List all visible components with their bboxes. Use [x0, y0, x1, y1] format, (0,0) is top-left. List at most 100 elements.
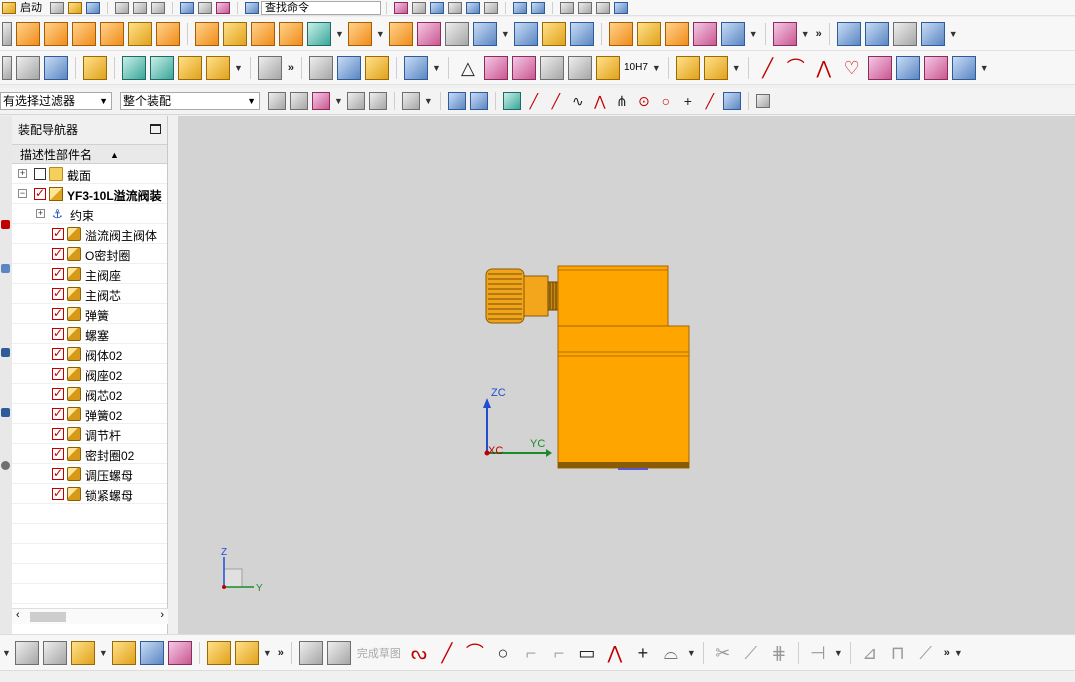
command-search-input[interactable]: 查找命令 — [261, 0, 381, 15]
dimension-angle-icon[interactable]: ⟋ — [914, 641, 938, 665]
maximize-icon[interactable] — [150, 124, 161, 134]
constraints-icon[interactable]: ⊣ — [806, 641, 830, 665]
delete-body-icon[interactable] — [772, 21, 797, 46]
mirror-icon[interactable] — [139, 640, 164, 665]
blend-icon[interactable] — [416, 21, 441, 46]
pattern-icon[interactable] — [223, 21, 247, 46]
visibility-checkbox[interactable] — [52, 466, 64, 480]
line-icon[interactable]: ╱ — [756, 56, 780, 80]
studio-spline-icon[interactable]: ⋀ — [603, 641, 627, 665]
rectangle-icon[interactable]: ▭ — [575, 641, 599, 665]
sketch-icon[interactable] — [298, 640, 323, 665]
fit-tolerance-icon[interactable]: 10H7 — [624, 62, 648, 73]
offset-curve-icon[interactable] — [923, 55, 948, 80]
tree-row[interactable]: 溢流阀主阀体 — [12, 224, 167, 244]
eraser-icon[interactable] — [83, 55, 107, 80]
curve-surface-icon[interactable] — [867, 55, 892, 80]
layer-icon[interactable] — [466, 1, 480, 14]
sketch-line-icon[interactable]: ╱ — [435, 641, 459, 665]
reference-set-icon[interactable] — [234, 640, 259, 665]
offset-curve-icon[interactable]: ⌓ — [659, 641, 683, 665]
emboss-icon[interactable] — [195, 21, 219, 46]
quick-extend-icon[interactable]: ⟋ — [739, 641, 763, 665]
trim-body-icon[interactable] — [472, 21, 497, 46]
select-point-icon[interactable] — [312, 92, 330, 110]
rectangle-select-icon[interactable] — [401, 92, 420, 110]
offset-face-icon[interactable] — [513, 21, 538, 46]
tree-row[interactable]: − YF3-10L溢流阀装 — [12, 184, 167, 204]
finish-sketch-button[interactable]: 完成草图 — [357, 645, 401, 661]
scroll-right-icon[interactable]: › — [160, 609, 164, 621]
redo-icon[interactable] — [198, 1, 212, 14]
gear-icon[interactable] — [404, 55, 429, 80]
dropdown-arrow-icon[interactable]: ▼ — [334, 96, 343, 106]
valve-body[interactable] — [557, 265, 690, 470]
thread-icon[interactable] — [309, 55, 334, 80]
snap-quadrant-icon[interactable]: ○ — [657, 92, 675, 110]
finish-sketch-icon[interactable] — [326, 640, 351, 665]
visibility-checkbox[interactable] — [52, 386, 64, 400]
command-finder-icon[interactable] — [245, 1, 259, 14]
box-stack-icon[interactable] — [675, 55, 700, 80]
cut-icon[interactable] — [115, 1, 129, 14]
assembly-constraint-icon[interactable] — [178, 55, 202, 80]
dropdown-arrow-icon[interactable]: ▼ — [234, 63, 243, 73]
visibility-checkbox[interactable] — [52, 326, 64, 340]
rotate-icon[interactable] — [531, 1, 545, 14]
paste-icon[interactable] — [151, 1, 165, 14]
more-tools-icon[interactable]: » — [944, 647, 950, 659]
constraint-arrow-icon[interactable] — [167, 640, 192, 665]
project-curve-icon[interactable] — [951, 55, 976, 80]
expression-icon[interactable] — [2, 55, 12, 80]
model-view[interactable]: ZC YC XC Z Y — [178, 116, 1075, 634]
bridge-curve-icon[interactable] — [895, 55, 920, 80]
fit-icon[interactable] — [513, 1, 527, 14]
dropdown-arrow-icon[interactable]: ▼ — [801, 29, 810, 39]
tree-row[interactable]: 调压螺母 — [12, 464, 167, 484]
hole-icon[interactable] — [72, 21, 96, 46]
tree-row[interactable]: 调节杆 — [12, 424, 167, 444]
surface-icon[interactable] — [836, 21, 861, 46]
scope-dropdown[interactable]: 整个装配 ▼ — [120, 92, 260, 110]
start-button[interactable]: 启动 — [20, 2, 42, 14]
body-select-icon[interactable] — [469, 92, 488, 110]
list-icon[interactable] — [578, 1, 592, 14]
visibility-checkbox[interactable] — [52, 366, 64, 380]
expand-icon[interactable]: + — [36, 209, 45, 218]
add-component-icon[interactable] — [122, 55, 146, 80]
dimension-rapid-icon[interactable]: ⊓ — [886, 641, 910, 665]
unite-icon[interactable] — [279, 21, 303, 46]
dropdown-arrow-icon[interactable]: ▼ — [424, 96, 433, 106]
sheet-icon[interactable] — [511, 55, 536, 80]
tube-icon[interactable] — [720, 21, 745, 46]
resource-tab-icon[interactable] — [1, 408, 10, 417]
dropdown-arrow-icon[interactable]: ▼ — [335, 29, 344, 39]
scrollbar-thumb[interactable] — [30, 612, 66, 622]
graphics-window[interactable]: ZC YC XC Z Y — [178, 116, 1075, 634]
sketch-arc-icon[interactable]: ⌒ — [463, 641, 487, 665]
pocket-icon[interactable] — [156, 21, 180, 46]
adjust-knob[interactable] — [485, 268, 559, 324]
visibility-checkbox[interactable] — [52, 446, 64, 460]
abc-icon[interactable] — [206, 55, 230, 80]
diamond-icon[interactable] — [614, 1, 628, 14]
snap-tool-icon[interactable] — [290, 92, 308, 110]
tree-row[interactable]: 螺塞 — [12, 324, 167, 344]
grid-snap-icon[interactable] — [755, 94, 770, 108]
tree-row[interactable]: 弹簧02 — [12, 404, 167, 424]
view-orient-icon[interactable] — [412, 1, 426, 14]
grid-table-icon[interactable] — [483, 55, 508, 80]
tree-row[interactable]: 阀座02 — [12, 364, 167, 384]
snap-point-icon[interactable]: + — [679, 92, 697, 110]
revolve-icon[interactable] — [44, 21, 68, 46]
snap-tangent-icon[interactable]: ⋔ — [613, 92, 631, 110]
coordinate-icon[interactable] — [216, 1, 230, 14]
dropdown-arrow-icon[interactable]: ▼ — [980, 63, 989, 73]
dropdown-arrow-icon[interactable]: ▼ — [834, 648, 843, 658]
closed-curve-icon[interactable]: ♡ — [840, 56, 864, 80]
swept-icon[interactable] — [892, 21, 917, 46]
tree-row[interactable]: 锁紧螺母 — [12, 484, 167, 504]
wireframe-icon[interactable] — [448, 1, 462, 14]
undo-icon[interactable] — [180, 1, 194, 14]
part-icon[interactable] — [14, 640, 39, 665]
